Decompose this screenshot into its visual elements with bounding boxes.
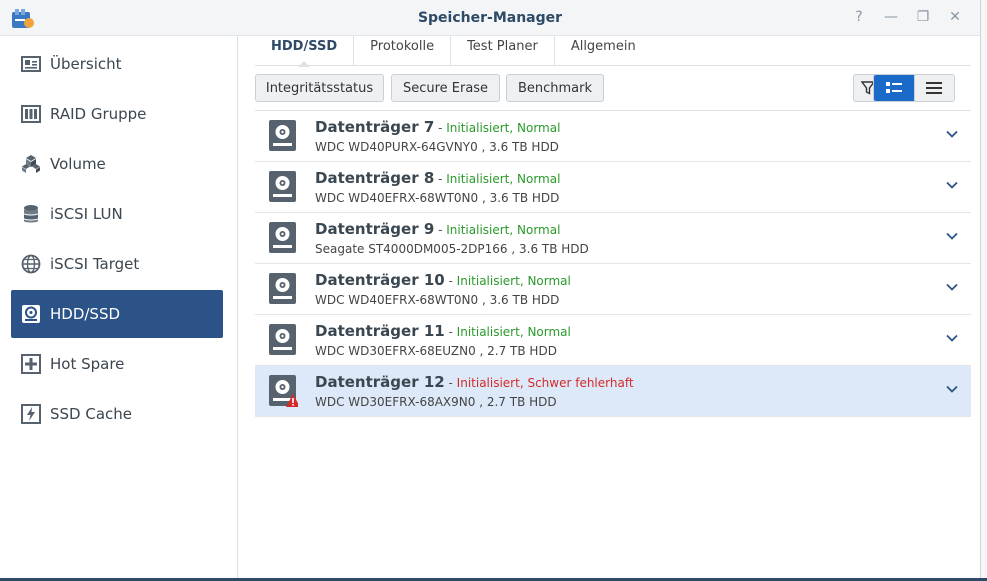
hdd-icon xyxy=(20,303,42,325)
secure-erase-button[interactable]: Secure Erase xyxy=(391,74,500,102)
sidebar-item-label: Hot Spare xyxy=(50,355,125,373)
hdd-icon xyxy=(269,222,296,253)
disk-row[interactable]: Datenträger 10 - Initialisiert, Normal WD… xyxy=(255,264,971,315)
sidebar-item-label: iSCSI Target xyxy=(50,255,140,273)
disk-status: Initialisiert, Schwer fehlerhaft xyxy=(456,376,634,390)
disk-name: Datenträger 10 xyxy=(315,271,445,289)
sidebar-item-label: Volume xyxy=(50,155,106,173)
window-title: Speicher-Manager xyxy=(417,10,563,26)
raid-group-icon xyxy=(20,103,42,125)
hot-spare-plus-icon xyxy=(20,353,42,375)
disk-model: WDC WD30EFRX-68EUZN0 , 2.7 TB HDD xyxy=(315,344,557,358)
sidebar-item-label: iSCSI LUN xyxy=(50,205,123,223)
sidebar-item-label: SSD Cache xyxy=(50,405,133,423)
chevron-down-icon[interactable] xyxy=(945,229,959,243)
sidebar-item-raid-group[interactable]: RAID Gruppe xyxy=(11,90,223,138)
chevron-down-icon[interactable] xyxy=(945,127,959,141)
disk-row[interactable]: Datenträger 11 - Initialisiert, Normal WD… xyxy=(255,315,971,366)
benchmark-button[interactable]: Benchmark xyxy=(506,74,604,102)
disk-name: Datenträger 9 xyxy=(315,220,435,238)
disk-name: Datenträger 12 xyxy=(315,373,445,391)
sidebar-item-overview[interactable]: Übersicht xyxy=(11,40,223,88)
chevron-down-icon[interactable] xyxy=(945,178,959,192)
disk-separator: - xyxy=(444,325,457,339)
disk-status: Initialisiert, Normal xyxy=(456,274,571,288)
hdd-icon xyxy=(269,120,296,151)
view-toggle xyxy=(873,74,955,102)
sidebar-item-label: Übersicht xyxy=(50,55,122,73)
disk-status: Initialisiert, Normal xyxy=(446,172,561,186)
sidebar-item-hdd-ssd[interactable]: HDD/SSD xyxy=(11,290,223,338)
disk-model: WDC WD40EFRX-68WT0N0 , 3.6 TB HDD xyxy=(315,293,560,307)
disk-status: Initialisiert, Normal xyxy=(446,223,561,237)
help-icon[interactable]: ? xyxy=(852,9,866,25)
disk-row[interactable]: Datenträger 9 - Initialisiert, Normal Sea… xyxy=(255,213,971,264)
tab-bar: HDD/SSD Protokolle Test Planer Allgemein xyxy=(255,36,971,67)
disk-status: Initialisiert, Normal xyxy=(446,121,561,135)
list-icon xyxy=(926,82,943,94)
maximize-icon[interactable]: ❐ xyxy=(916,9,930,25)
disk-title: Datenträger 10 - Initialisiert, Normal xyxy=(315,271,571,289)
chevron-down-icon[interactable] xyxy=(945,382,959,396)
disk-row[interactable]: Datenträger 12 - Initialisiert, Schwer f… xyxy=(255,366,971,417)
tab-hdd-ssd[interactable]: HDD/SSD xyxy=(255,36,355,67)
iscsi-target-globe-icon xyxy=(20,253,42,275)
ssd-cache-lightning-icon xyxy=(20,403,42,425)
disk-status: Initialisiert, Normal xyxy=(456,325,571,339)
toolbar: Integritätsstatus Secure Erase Benchmark xyxy=(255,74,971,104)
sidebar-item-iscsi-target[interactable]: iSCSI Target xyxy=(11,240,223,288)
hdd-icon xyxy=(269,324,296,355)
disk-separator: - xyxy=(434,121,447,135)
window-edge xyxy=(980,0,987,581)
tab-test-planer[interactable]: Test Planer xyxy=(451,36,555,66)
disk-name: Datenträger 11 xyxy=(315,322,445,340)
disk-separator: - xyxy=(434,223,447,237)
disk-title: Datenträger 11 - Initialisiert, Normal xyxy=(315,322,571,340)
disk-separator: - xyxy=(444,376,457,390)
hdd-icon xyxy=(269,171,296,202)
tab-protokolle[interactable]: Protokolle xyxy=(354,36,452,66)
disk-title: Datenträger 7 - Initialisiert, Normal xyxy=(315,118,560,136)
disk-list: Datenträger 7 - Initialisiert, Normal WDC… xyxy=(255,110,971,417)
main-panel: HDD/SSD Protokolle Test Planer Allgemein… xyxy=(239,36,980,581)
sidebar-item-label: RAID Gruppe xyxy=(50,105,147,123)
hdd-icon xyxy=(269,273,296,304)
iscsi-lun-database-icon xyxy=(20,203,42,225)
disk-row[interactable]: Datenträger 7 - Initialisiert, Normal WDC… xyxy=(255,111,971,162)
title-bar: Speicher-Manager ? — ❐ ✕ xyxy=(0,0,980,36)
sidebar-item-ssd-cache[interactable]: SSD Cache xyxy=(11,390,223,438)
disk-separator: - xyxy=(434,172,447,186)
disk-name: Datenträger 7 xyxy=(315,118,435,136)
chevron-down-icon[interactable] xyxy=(945,331,959,345)
disk-model: WDC WD40PURX-64GVNY0 , 3.6 TB HDD xyxy=(315,140,559,154)
close-icon[interactable]: ✕ xyxy=(948,9,962,25)
disk-title: Datenträger 12 - Initialisiert, Schwer f… xyxy=(315,373,634,391)
integrity-status-button[interactable]: Integritätsstatus xyxy=(255,74,384,102)
tab-allgemein[interactable]: Allgemein xyxy=(555,36,652,66)
sidebar: Übersicht RAID Gruppe Volume iSCSI LUN i… xyxy=(0,36,238,581)
sidebar-item-label: HDD/SSD xyxy=(50,305,121,323)
disk-title: Datenträger 8 - Initialisiert, Normal xyxy=(315,169,560,187)
detail-view-button[interactable] xyxy=(874,75,914,101)
disk-separator: - xyxy=(444,274,457,288)
volume-cubes-icon xyxy=(20,153,42,175)
list-view-button[interactable] xyxy=(913,75,954,101)
disk-model: WDC WD40EFRX-68WT0N0 , 3.6 TB HDD xyxy=(315,191,560,205)
detail-list-icon xyxy=(885,82,902,93)
overview-icon xyxy=(20,53,42,75)
hdd-icon xyxy=(269,375,298,407)
disk-name: Datenträger 8 xyxy=(315,169,435,187)
disk-model: WDC WD30EFRX-68AX9N0 , 2.7 TB HDD xyxy=(315,395,557,409)
disk-title: Datenträger 9 - Initialisiert, Normal xyxy=(315,220,560,238)
sidebar-item-iscsi-lun[interactable]: iSCSI LUN xyxy=(11,190,223,238)
sidebar-item-volume[interactable]: Volume xyxy=(11,140,223,188)
sidebar-item-hot-spare[interactable]: Hot Spare xyxy=(11,340,223,388)
disk-row[interactable]: Datenträger 8 - Initialisiert, Normal WDC… xyxy=(255,162,971,213)
chevron-down-icon[interactable] xyxy=(945,280,959,294)
minimize-icon[interactable]: — xyxy=(884,9,898,25)
disk-model: Seagate ST4000DM005-2DP166 , 3.6 TB HDD xyxy=(315,242,589,256)
